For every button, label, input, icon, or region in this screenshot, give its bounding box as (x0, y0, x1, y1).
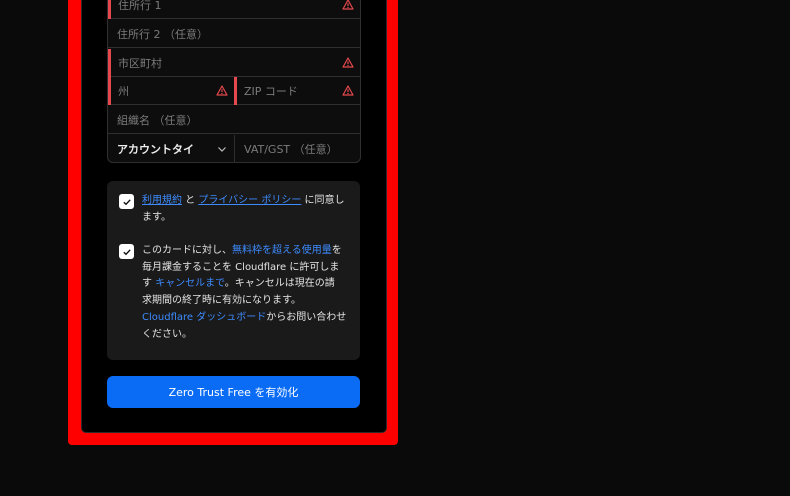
billing-text-2: を (331, 245, 342, 256)
check-icon (122, 198, 131, 205)
activate-button-label: Zero Trust Free を有効化 (168, 386, 299, 399)
billing-text-5: 。キャンセルは現在の請 (224, 278, 335, 290)
terms-text: 利用規約 と プライバシー ポリシー に同意し ます。 (142, 193, 354, 226)
address2-placeholder: 住所行 2 （任意） (117, 28, 208, 41)
warning-icon (342, 57, 354, 68)
address1-input[interactable]: 住所行 1 (108, 0, 360, 19)
consent-box: 利用規約 と プライバシー ポリシー に同意し ます。 このカードに対し、無料枠… (107, 181, 360, 360)
row-state-zip: 州 ZIP コード (108, 77, 360, 105)
privacy-policy-link[interactable]: プライバシー ポリシー (198, 195, 301, 206)
organization-placeholder: 組織名 （任意） (117, 114, 198, 127)
row-address1: 住所行 1 (108, 0, 360, 19)
zip-input[interactable]: ZIP コード (234, 77, 360, 105)
billing-text-7: からお問い合わせ (266, 311, 347, 323)
organization-input[interactable]: 組織名 （任意） (108, 106, 360, 134)
billing-text-4: す (142, 278, 156, 290)
terms-agree-text: に同意し (301, 195, 345, 206)
address1-placeholder: 住所行 1 (118, 0, 162, 12)
terms-and: と (182, 195, 199, 206)
warning-icon (216, 85, 228, 96)
terms-of-use-link[interactable]: 利用規約 (142, 195, 182, 206)
warning-icon (342, 0, 354, 10)
billing-text-6: 求期間の終了時に有効になります。 (142, 295, 301, 307)
terms-agree-end: ます。 (142, 211, 171, 223)
until-cancel-link[interactable]: キャンセルまで (155, 278, 225, 289)
row-city: 市区町村 (108, 49, 360, 77)
city-input[interactable]: 市区町村 (108, 49, 360, 77)
over-free-usage-link[interactable]: 無料枠を超える使用量 (232, 245, 332, 256)
vat-placeholder: VAT/GST （任意） (244, 143, 338, 156)
vat-input[interactable]: VAT/GST （任意） (235, 135, 360, 162)
billing-text: このカードに対し、無料枠を超える使用量を 毎月課金することを Cloudflar… (142, 243, 357, 343)
billing-checkbox[interactable] (119, 244, 134, 259)
row-address2: 住所行 2 （任意） (108, 20, 360, 48)
chevron-down-icon (218, 147, 226, 152)
address2-input[interactable]: 住所行 2 （任意） (108, 20, 360, 48)
zip-placeholder: ZIP コード (244, 85, 298, 98)
state-placeholder: 州 (118, 85, 129, 98)
terms-checkbox[interactable] (119, 194, 134, 209)
warning-icon (342, 85, 354, 96)
billing-text-1: このカードに対し、 (142, 245, 232, 256)
state-input[interactable]: 州 (108, 77, 234, 105)
row-account-vat: アカウントタイ VAT/GST （任意） (108, 135, 360, 162)
check-icon (122, 248, 131, 255)
cloudflare-dashboard-link[interactable]: Cloudflare ダッシュボード (142, 312, 266, 323)
billing-address-form: 住所行 1 住所行 2 （任意） 市区町村 州 ZIP コード 組織名 （任意） (107, 0, 361, 163)
activate-zero-trust-button[interactable]: Zero Trust Free を有効化 (107, 376, 360, 408)
account-type-value: アカウントタイ (117, 143, 194, 156)
account-type-select[interactable]: アカウントタイ (108, 135, 234, 162)
billing-text-3: 毎月課金することを Cloudflare に許可しま (142, 261, 340, 273)
city-placeholder: 市区町村 (118, 57, 162, 70)
row-organization: 組織名 （任意） (108, 106, 360, 134)
billing-text-8: ください。 (142, 328, 192, 340)
